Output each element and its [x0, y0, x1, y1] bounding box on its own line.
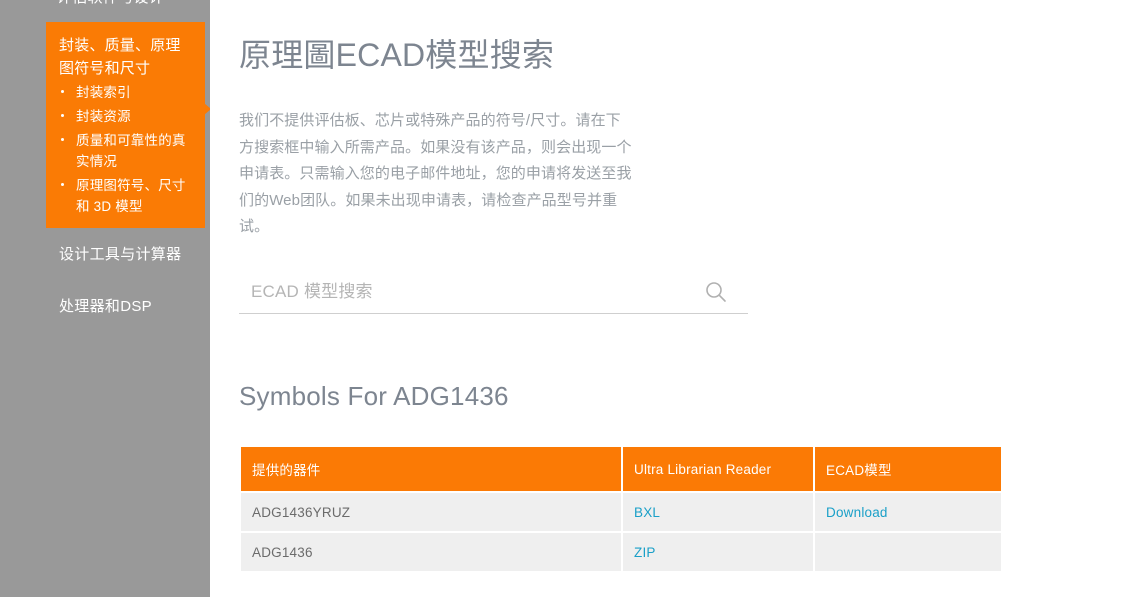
cell-ecad-link: Download: [815, 493, 1001, 531]
search-icon[interactable]: [705, 281, 727, 303]
symbols-results-table: 提供的器件 Ultra Librarian Reader ECAD模型 ADG1…: [239, 445, 1003, 573]
sidebar-subitem-label: 质量和可靠性的真实情况: [76, 133, 186, 169]
zip-download-link[interactable]: ZIP: [634, 545, 656, 560]
sidebar-item-package-resources[interactable]: 封装资源: [59, 106, 199, 127]
cell-part-number: ADG1436YRUZ: [241, 493, 621, 531]
sidebar-item-processors-dsp[interactable]: 处理器和DSP: [59, 295, 209, 316]
sidebar-active-group-title[interactable]: 封装、质量、原理图符号和尺寸: [59, 34, 193, 80]
sidebar-subitem-label: 封装索引: [76, 85, 131, 100]
table-row: ADG1436YRUZ BXL Download: [241, 493, 1001, 531]
page-root: 评估软件与设计 封装、质量、原理图符号和尺寸 封装索引 封装资源 质量和可靠性的…: [0, 0, 1134, 597]
sidebar-subitem-label: 原理图符号、尺寸和 3D 模型: [76, 178, 186, 214]
page-title: 原理圖ECAD模型搜索: [239, 37, 555, 73]
search-input[interactable]: [249, 272, 689, 312]
sidebar-item-package-index[interactable]: 封装索引: [59, 82, 199, 103]
results-section-title: Symbols For ADG1436: [239, 381, 509, 411]
table-header: 提供的器件 Ultra Librarian Reader ECAD模型: [241, 447, 1001, 491]
bxl-download-link[interactable]: BXL: [634, 505, 660, 520]
column-header-reader: Ultra Librarian Reader: [623, 447, 813, 491]
table-header-row: 提供的器件 Ultra Librarian Reader ECAD模型: [241, 447, 1001, 491]
main-content: 原理圖ECAD模型搜索 我们不提供评估板、芯片或特殊产品的符号/尺寸。请在下方搜…: [210, 0, 1134, 597]
cell-reader-link: ZIP: [623, 533, 813, 571]
sidebar-item-symbols-footprints-3d[interactable]: 原理图符号、尺寸和 3D 模型: [59, 175, 199, 217]
cell-reader-link: BXL: [623, 493, 813, 531]
sidebar-active-group: 封装、质量、原理图符号和尺寸 封装索引 封装资源 质量和可靠性的真实情况 原理图…: [46, 22, 205, 228]
sidebar-navigation: 评估软件与设计 封装、质量、原理图符号和尺寸 封装索引 封装资源 质量和可靠性的…: [0, 0, 210, 597]
sidebar-item-design-tools[interactable]: 设计工具与计算器: [59, 243, 209, 264]
intro-paragraph: 我们不提供评估板、芯片或特殊产品的符号/尺寸。请在下方搜索框中输入所需产品。如果…: [239, 112, 632, 235]
table-row: ADG1436 ZIP: [241, 533, 1001, 571]
bullet-icon: [61, 90, 64, 93]
bullet-icon: [61, 114, 64, 117]
column-header-part: 提供的器件: [241, 447, 621, 491]
cell-part-number: ADG1436: [241, 533, 621, 571]
column-header-ecad: ECAD模型: [815, 447, 1001, 491]
search-bar[interactable]: [239, 272, 748, 314]
sidebar-item-evaluation-software[interactable]: 评估软件与设计: [57, 0, 207, 7]
sidebar-item-quality-reliability[interactable]: 质量和可靠性的真实情况: [59, 130, 199, 172]
sidebar-sublist: 封装索引 封装资源 质量和可靠性的真实情况 原理图符号、尺寸和 3D 模型: [59, 82, 199, 220]
sidebar-subitem-label: 封装资源: [76, 109, 131, 124]
ecad-download-link[interactable]: Download: [826, 505, 888, 520]
bullet-icon: [61, 138, 64, 141]
table-body: ADG1436YRUZ BXL Download ADG1436 ZIP: [241, 493, 1001, 571]
cell-ecad-empty: [815, 533, 1001, 571]
bullet-icon: [61, 183, 64, 186]
